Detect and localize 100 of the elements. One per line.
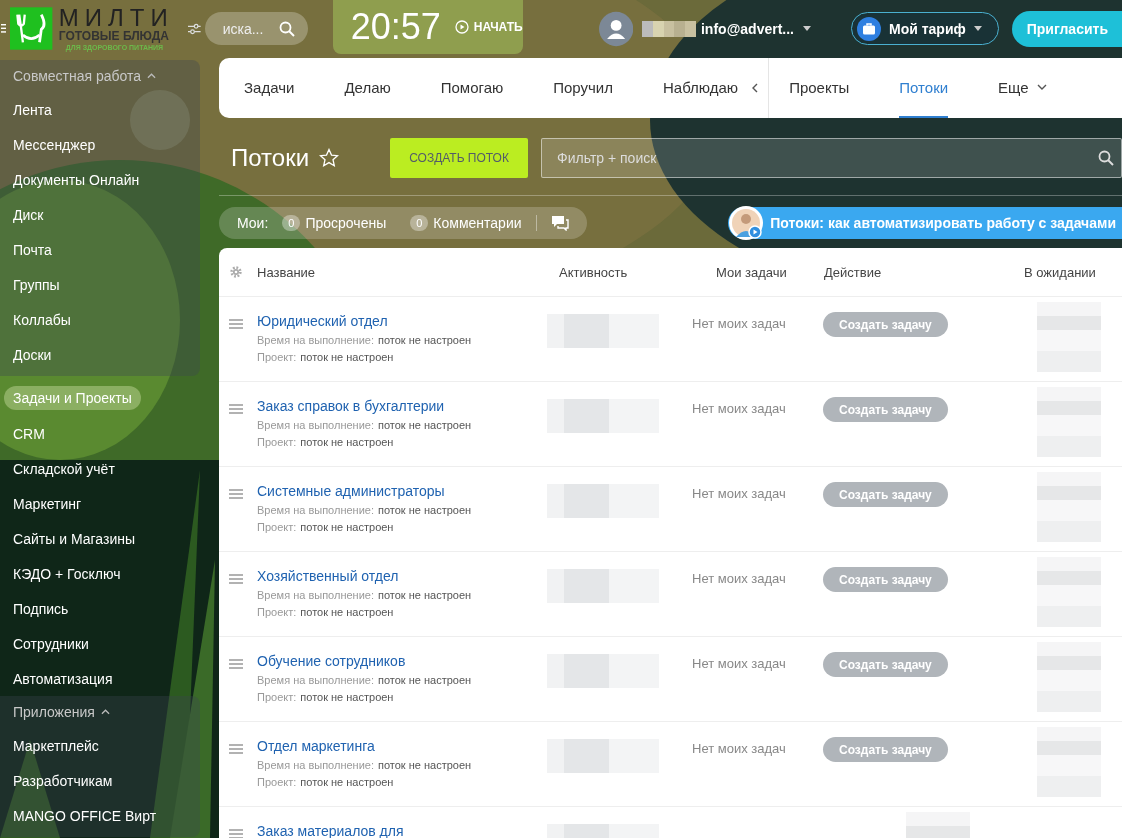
sliders-icon[interactable] <box>188 22 201 35</box>
sidebar-item[interactable]: Маркетинг <box>4 486 91 521</box>
pixelated-block <box>1037 557 1101 627</box>
drag-handle-icon[interactable] <box>229 829 243 838</box>
create-flow-button[interactable]: СОЗДАТЬ ПОТОК <box>390 138 529 178</box>
column-header[interactable]: Название <box>257 264 559 280</box>
search-icon[interactable] <box>1098 150 1114 166</box>
tab[interactable]: Еще <box>998 58 1047 118</box>
menu-icon[interactable] <box>1 23 7 34</box>
sidebar-item[interactable]: КЭДО + Госключ <box>4 556 130 591</box>
column-header[interactable]: Активность <box>559 264 716 280</box>
sidebar-item[interactable]: Мессенджер <box>4 127 105 162</box>
counter-label: Мои: <box>237 215 269 231</box>
drag-handle-icon[interactable] <box>229 574 243 584</box>
sidebar-item[interactable]: Группы <box>4 267 69 302</box>
drag-handle-icon[interactable] <box>229 404 243 414</box>
meta-label: Проект: <box>257 606 297 618</box>
counter-filter[interactable]: 0 Комментарии <box>410 215 522 231</box>
tariff-button[interactable]: Мой тариф <box>851 12 999 45</box>
meta-label: Проект: <box>257 521 297 533</box>
meta-value: поток не настроен <box>378 334 472 346</box>
column-header[interactable]: Действие <box>824 264 1024 280</box>
drag-handle-icon[interactable] <box>229 659 243 669</box>
section-header[interactable]: Приложения <box>0 696 110 728</box>
logo-icon[interactable] <box>10 5 53 52</box>
flow-link[interactable]: Отдел маркетинга <box>257 738 547 754</box>
column-header[interactable]: Мои задачи <box>716 264 824 280</box>
drag-handle-icon[interactable] <box>229 319 243 329</box>
chevron-left-icon[interactable] <box>752 83 759 93</box>
tab[interactable]: Наблюдаю <box>663 58 739 118</box>
settings-icon[interactable] <box>229 265 243 279</box>
tab[interactable]: Проекты <box>789 58 850 118</box>
sidebar-item[interactable]: Складской учёт <box>4 451 124 486</box>
tab[interactable]: Задачи <box>244 58 295 118</box>
table-cell-text: Нет моих задач <box>692 570 787 586</box>
meta-value: поток не настроен <box>378 589 472 601</box>
pixelated-block <box>1037 302 1101 372</box>
column-header[interactable]: В ожидании <box>1024 264 1096 280</box>
meta-value: поток не настроен <box>300 521 394 533</box>
tab[interactable]: Помогаю <box>440 58 504 118</box>
pixelated-block <box>1037 642 1101 712</box>
sidebar-item[interactable]: MANGO OFFICE Вирт <box>4 798 166 833</box>
table-cell-text: Нет моих задач <box>692 485 787 501</box>
avatar-icon <box>728 205 765 241</box>
chat-icon[interactable] <box>550 215 569 231</box>
sidebar-item[interactable]: Сайты и Магазины <box>4 521 144 556</box>
meta-label: Время на выполнение: <box>257 334 374 346</box>
sidebar-item[interactable]: Документы Онлайн <box>4 162 149 197</box>
tab[interactable]: Делаю <box>344 58 391 118</box>
counter-filter[interactable]: 0 Просрочены <box>282 215 387 231</box>
meta-value: поток не настроен <box>300 691 394 703</box>
drag-handle-icon[interactable] <box>229 744 243 754</box>
sidebar-item[interactable]: Почта <box>4 232 61 267</box>
meta-label: Время на выполнение: <box>257 674 374 686</box>
chevron-icon <box>147 73 157 79</box>
meta-label: Время на выполнение: <box>257 589 374 601</box>
sidebar-item[interactable]: Маркетплейс <box>4 728 108 763</box>
section-header[interactable]: Совместная работа <box>0 60 157 92</box>
search-icon[interactable] <box>278 21 295 37</box>
caret-icon <box>803 26 811 31</box>
tab[interactable]: Поручил <box>553 58 613 118</box>
clock-time: 20:57 <box>350 6 441 48</box>
page-title: Потоки <box>231 144 310 172</box>
flow-link[interactable]: Обучение сотрудников <box>257 653 547 669</box>
logo-title: МИЛТИ <box>58 6 175 30</box>
table-cell-text: Нет моих задач <box>692 400 787 416</box>
play-icon <box>454 20 469 34</box>
sidebar-item[interactable]: Подпись <box>4 591 78 626</box>
meta-value: поток не настроен <box>300 606 394 618</box>
flow-link[interactable]: Заказ справок в бухгалтерии <box>257 398 547 414</box>
star-icon[interactable] <box>319 148 340 168</box>
filter-field[interactable]: Фильтр + поиск <box>541 138 1122 178</box>
meta-label: Время на выполнение: <box>257 419 374 431</box>
flow-link[interactable]: Юридический отдел <box>257 313 547 329</box>
flow-link[interactable]: Хозяйственный отдел <box>257 568 547 584</box>
meta-label: Проект: <box>257 776 297 788</box>
sidebar-item[interactable]: Автоматизация <box>4 661 122 696</box>
sidebar-item[interactable]: Доски <box>4 337 61 372</box>
meta-value: поток не настроен <box>300 776 394 788</box>
tab[interactable]: Потоки <box>899 58 949 118</box>
avatar-icon[interactable] <box>598 9 633 48</box>
meta-label: Время на выполнение: <box>257 504 374 516</box>
pixelated-block <box>1037 387 1101 457</box>
sidebar-item[interactable]: Разработчикам <box>4 763 122 798</box>
sidebar-item[interactable]: Коллабы <box>4 302 80 337</box>
sidebar-item[interactable]: Сотрудники <box>4 626 98 661</box>
meta-value: поток не настроен <box>378 419 472 431</box>
drag-handle-icon[interactable] <box>229 489 243 499</box>
flow-link[interactable]: Заказ материалов для <box>257 823 547 838</box>
sidebar-item[interactable]: Лента <box>4 92 61 127</box>
meta-value: поток не настроен <box>378 759 472 771</box>
flow-link[interactable]: Системные администраторы <box>257 483 547 499</box>
sidebar-item[interactable]: CRM <box>4 416 54 451</box>
pixelated-block <box>1037 472 1101 542</box>
meta-label: Время на выполнение: <box>257 759 374 771</box>
user-menu[interactable]: info@advert... <box>701 20 811 37</box>
chevron-down-icon <box>1036 84 1047 90</box>
table-cell-text: Нет моих задач <box>692 655 787 671</box>
caret-icon <box>973 26 982 31</box>
sidebar-item[interactable]: Диск <box>4 197 53 232</box>
